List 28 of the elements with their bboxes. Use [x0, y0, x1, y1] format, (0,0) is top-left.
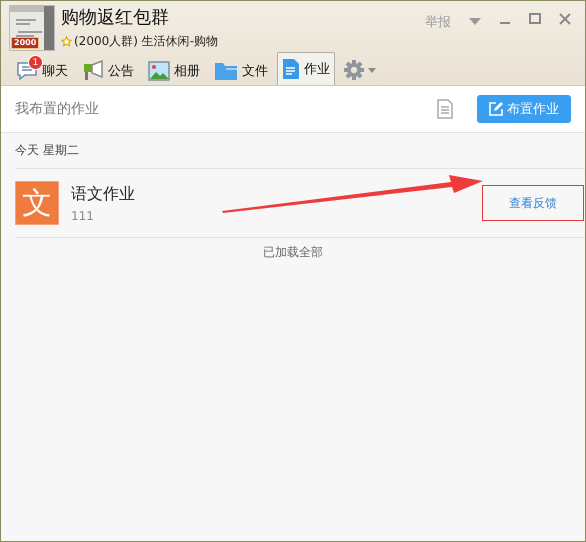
- view-feedback-link[interactable]: 查看反馈: [482, 185, 584, 221]
- subject-icon: 文: [15, 181, 59, 225]
- settings-icon[interactable]: [343, 59, 365, 81]
- load-status: 已加载全部: [262, 244, 324, 261]
- tab[interactable]: 相册: [143, 55, 205, 85]
- date-header: 今天 星期二: [14, 142, 80, 159]
- tab[interactable]: 文件: [209, 55, 273, 85]
- document-icon: [282, 58, 300, 80]
- homework-title: 语文作业: [71, 184, 136, 204]
- star-icon: [61, 36, 72, 47]
- group-name: 购物返红包群: [61, 6, 170, 30]
- tab[interactable]: 作业: [277, 52, 335, 85]
- homework-subtitle: 111: [71, 208, 95, 222]
- unread-badge: 1: [28, 55, 43, 70]
- dropdown-icon[interactable]: [368, 68, 376, 72]
- group-info: (2000人群) 生活休闲-购物: [74, 33, 218, 50]
- edit-icon: [489, 102, 503, 116]
- close-icon[interactable]: [559, 13, 571, 25]
- picture-icon: [148, 60, 170, 80]
- megaphone-icon: [82, 60, 104, 82]
- folder-icon: [214, 60, 238, 80]
- maximize-icon[interactable]: [529, 13, 541, 25]
- member-count-badge: 2000: [11, 37, 40, 49]
- dropdown-icon[interactable]: [469, 18, 481, 26]
- toolbar-title: 我布置的作业: [15, 100, 100, 118]
- document-icon[interactable]: [437, 99, 453, 119]
- tab[interactable]: 聊天 1: [11, 55, 73, 85]
- tab[interactable]: 公告: [77, 55, 139, 85]
